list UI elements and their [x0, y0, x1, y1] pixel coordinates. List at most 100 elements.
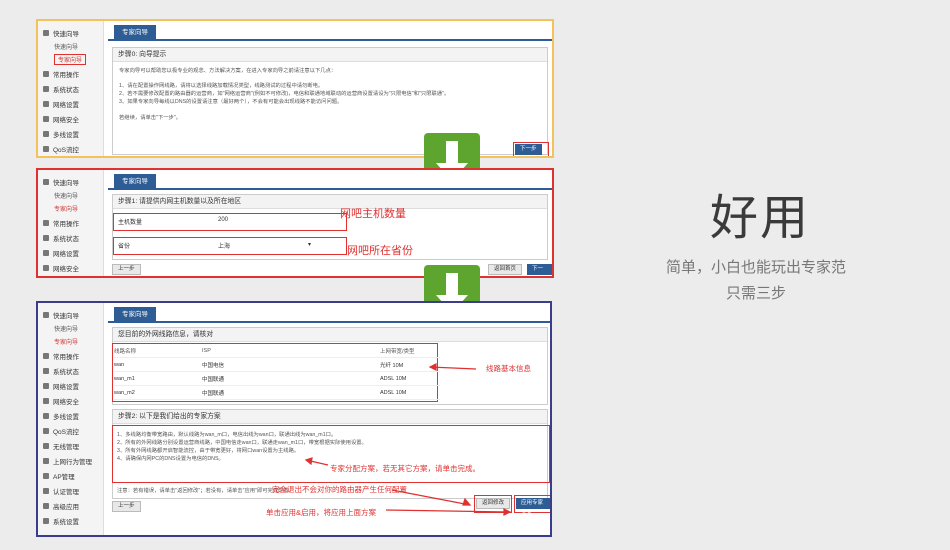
step-header: 步骤0: 向导提示: [113, 48, 547, 62]
chevron-down-icon[interactable]: ▾: [308, 241, 311, 250]
host-count-row: 主机数量 200: [118, 217, 228, 226]
gear-icon: [43, 234, 49, 241]
sidebar-sub-quick[interactable]: 快速向导: [38, 189, 103, 202]
multiline-icon: [43, 412, 49, 419]
host-count-input[interactable]: 200: [218, 217, 228, 226]
sidebar-item[interactable]: 多线设置: [38, 275, 103, 276]
step0-box: 步骤0: 向导提示 专家向导可以帮助您以极专业的观念、方法解决方案，在进入专家向…: [112, 47, 548, 155]
table-row: wan_m2 中国联通 ADSL 10M: [114, 386, 440, 400]
sidebar-sub-expert[interactable]: 专家向导: [38, 53, 103, 66]
network-icon: [43, 382, 49, 389]
sidebar-item[interactable]: 上网行为管理: [38, 453, 103, 468]
hero-title: 好用: [710, 190, 811, 246]
next-button[interactable]: 下一步: [515, 144, 542, 155]
wizard-panel-step2: 快速向导 快速向导 专家向导 常用操作 系统状态 网络设置 网络安全 多线设置 …: [36, 301, 552, 537]
tab-expert-wizard[interactable]: 专家向导: [114, 174, 156, 190]
shield-icon: [43, 115, 49, 122]
auth-icon: [43, 487, 49, 494]
settings-icon: [43, 517, 49, 524]
step-header: 步骤1: 请提供内网主机数量以及所在地区: [113, 195, 547, 209]
line-table: 线路名称 ISP 上网带宽/类型 wan 中国电信 光纤 10M wan_m1 …: [114, 344, 440, 400]
tip-text: 注意：若有错误，请单击"返回修改"；若没有，请单击"应用"即可完成配置。: [117, 488, 295, 494]
next-button[interactable]: 下一步: [527, 264, 552, 275]
ap-icon: [43, 472, 49, 479]
table-row: wan_m1 中国联通 ADSL 10M: [114, 372, 440, 386]
prev-button[interactable]: 上一步: [112, 501, 141, 512]
shield-icon: [43, 397, 49, 404]
hero-subtitle-2: 只需三步: [725, 285, 786, 302]
annotation-province: 网吧所在省份: [347, 245, 413, 257]
plan-line: 1、多线路均衡带宽路由，默认线路为wan_m口，电信出线为wan口，联通出线为w…: [117, 432, 337, 438]
sidebar-item[interactable]: 网络设置: [38, 96, 103, 111]
shield-icon: [43, 264, 49, 271]
host-count-label: 主机数量: [118, 220, 143, 226]
sidebar-item[interactable]: 认证管理: [38, 483, 103, 498]
gear-icon: [43, 367, 49, 374]
sidebar-sub-expert[interactable]: 专家向导: [38, 202, 103, 215]
sidebar-item[interactable]: AP管理: [38, 468, 103, 483]
tab-bar: 专家向导: [108, 303, 550, 323]
wireless-icon: [43, 442, 49, 449]
annotation-safe-exit: 完全退出不会对你的路由器产生任何配置: [272, 485, 407, 494]
sidebar-sub-expert[interactable]: 专家向导: [38, 335, 103, 348]
gear-icon: [43, 85, 49, 92]
sidebar-item[interactable]: 网络安全: [38, 393, 103, 408]
section-header: 步骤2: 以下是我们给出的专家方案: [113, 410, 547, 424]
sidebar-item-quick-wizard[interactable]: 快速向导: [38, 174, 103, 189]
sidebar-item-quick-wizard[interactable]: 快速向导: [38, 307, 103, 322]
sidebar-item[interactable]: 系统状态: [38, 81, 103, 96]
sidebar-item[interactable]: 系统状态: [38, 230, 103, 245]
note-line: 1、请在配置操作网线路，请将以选择线路加载情况类型，线路测试的过程中请勿断电。: [119, 83, 324, 89]
wizard-panel-step1: 快速向导 快速向导 专家向导 常用操作 系统状态 网络设置 网络安全 多线设置 …: [36, 168, 554, 278]
wrench-icon: [43, 219, 49, 226]
section-header: 您目前的外网线路信息，请核对: [113, 328, 547, 342]
plan-line: 2、所有的外网线路分别设置运营商线路，中国电信走wan口，联通走wan_m1口，…: [117, 440, 367, 446]
plan-line: 4、请确保内网PC的DNS设置为电信的DNS。: [117, 456, 224, 462]
sidebar-item[interactable]: 网络安全: [38, 260, 103, 275]
tab-expert-wizard[interactable]: 专家向导: [114, 25, 156, 41]
wizard-icon: [43, 29, 49, 36]
sidebar-sub-quick[interactable]: 快速向导: [38, 322, 103, 335]
sidebar-item-quick-wizard[interactable]: 快速向导: [38, 25, 103, 40]
tab-bar: 专家向导: [108, 170, 552, 190]
sidebar: 快速向导 快速向导 专家向导 常用操作 系统状态 网络设置 网络安全 多线设置 …: [38, 303, 104, 535]
back-modify-button[interactable]: 返回修改: [476, 498, 511, 509]
sidebar-item[interactable]: 多线设置: [38, 126, 103, 141]
wizard-icon: [43, 178, 49, 185]
sidebar-item[interactable]: 网络设置: [38, 245, 103, 260]
sidebar: 快速向导 快速向导 专家向导 常用操作 系统状态 网络设置 网络安全 多线设置: [38, 170, 104, 276]
province-label: 省份: [118, 244, 131, 250]
sidebar-item[interactable]: 系统状态: [38, 363, 103, 378]
sidebar-item[interactable]: 高级应用: [38, 498, 103, 513]
sidebar-item[interactable]: 常用操作: [38, 66, 103, 81]
prev-button[interactable]: 上一步: [112, 264, 141, 275]
sidebar-item[interactable]: 多线设置: [38, 408, 103, 423]
confirm-text: 若继续，请单击"下一步"。: [119, 115, 182, 121]
qos-icon: [43, 427, 49, 434]
tab-bar: 专家向导: [108, 21, 552, 41]
sidebar-item[interactable]: 系统设置: [38, 513, 103, 528]
sidebar-item[interactable]: 常用操作: [38, 348, 103, 363]
multiline-icon: [43, 130, 49, 137]
back-home-button[interactable]: 返回首页: [488, 264, 523, 275]
sidebar-item[interactable]: QoS流控: [38, 423, 103, 438]
note-line: 2、若不需要修改配置的路由器的运营商，如"网络运营商"(例如不可修改)，电信和联…: [119, 91, 450, 97]
sidebar-item[interactable]: 无线管理: [38, 438, 103, 453]
behavior-icon: [43, 457, 49, 464]
sidebar-item[interactable]: 网络安全: [38, 111, 103, 126]
sidebar-sub-quick[interactable]: 快速向导: [38, 40, 103, 53]
province-select[interactable]: 上海: [218, 241, 308, 250]
sidebar-item[interactable]: 常用操作: [38, 215, 103, 230]
annotation-host-count: 网吧主机数量: [340, 208, 406, 220]
note-line: 3、如果专家向导每线以DNS的设置请注意（最好两个），不会有可能会出现线路不能访…: [119, 99, 343, 105]
sidebar-item[interactable]: QoS流控: [38, 141, 103, 156]
annotation-expert-plan: 专家分配方案，若无其它方案，请单击完成。: [330, 464, 480, 473]
network-icon: [43, 100, 49, 107]
tab-expert-wizard[interactable]: 专家向导: [114, 307, 156, 323]
wrench-icon: [43, 70, 49, 77]
network-icon: [43, 249, 49, 256]
sidebar-item[interactable]: 网络设置: [38, 378, 103, 393]
apply-plan-button[interactable]: 应用专家方案: [516, 498, 550, 517]
sidebar: 快速向导 快速向导 专家向导 常用操作 系统状态 网络设置 网络安全 多线设置 …: [38, 21, 104, 156]
plan-line: 3、所有外网线路都开启智能流控，由于带宽更好，将网口wan设置为主线路。: [117, 448, 300, 454]
